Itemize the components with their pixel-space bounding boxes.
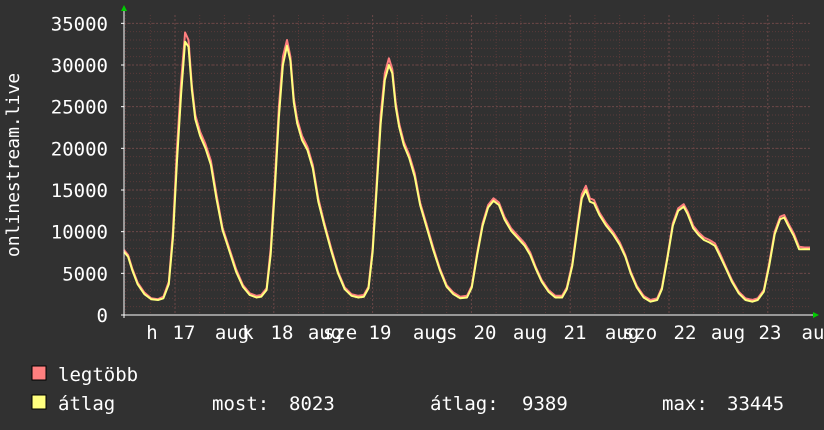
y-axis-arrow: [121, 5, 127, 11]
series-line-avg: [123, 40, 810, 303]
y-tick-labels: 0 5000 10000 15000 20000 25000 30000 35000: [51, 13, 108, 327]
legend-label-avg: átlag: [58, 393, 115, 415]
stat-avg-value: 9389: [522, 393, 568, 415]
x-tick-label: 23: [759, 322, 782, 344]
y-tick-label: 5000: [62, 263, 108, 285]
x-tick-label: sze: [323, 322, 357, 344]
stat-avg-label: átlag:: [430, 393, 499, 415]
y-tick-label: 30000: [51, 55, 108, 77]
stat-most-value: 8023: [289, 393, 335, 415]
y-tick-label: 20000: [51, 138, 108, 160]
y-tick-label: 10000: [51, 222, 108, 244]
x-tick-label: 21: [564, 322, 587, 344]
y-axis-label: onlinestream.live: [3, 73, 24, 257]
series-line-max: [123, 31, 810, 301]
x-tick-labels: h 17 augk 18 augsze 19 augcs 20 aug 21 augszo 22 aug…: [146, 322, 824, 344]
chart: 0 5000 10000 15000 20000 25000 30000 35000 h 17 a…: [3, 5, 824, 415]
x-tick-label: cs: [435, 322, 458, 344]
x-tick-label: k: [242, 322, 254, 344]
x-tick-label: 22: [674, 322, 697, 344]
x-tick-label: 20: [474, 322, 497, 344]
stat-max-value: 33445: [727, 393, 784, 415]
x-tick-label: h: [146, 322, 157, 344]
y-tick-label: 0: [97, 305, 108, 327]
y-tick-label: 25000: [51, 97, 108, 119]
x-tick-label: 18: [271, 322, 294, 344]
x-tick-label: aug: [711, 322, 745, 344]
stat-most-label: most:: [212, 393, 269, 415]
x-tick-label: au: [802, 322, 824, 344]
x-axis-arrow: [813, 312, 819, 318]
legend-label-max: legtöbb: [58, 364, 138, 386]
legend-swatch-avg: [31, 394, 47, 410]
x-tick-label: aug: [513, 322, 547, 344]
y-tick-label: 15000: [51, 180, 108, 202]
axes: [121, 5, 819, 318]
x-tick-label: 19: [369, 322, 392, 344]
grid: [124, 15, 810, 315]
stat-max-label: max:: [662, 393, 708, 415]
x-tick-label: 17: [173, 322, 196, 344]
y-tick-label: 35000: [51, 13, 108, 35]
x-tick-label: szo: [623, 322, 657, 344]
legend-swatch-max: [31, 365, 47, 381]
